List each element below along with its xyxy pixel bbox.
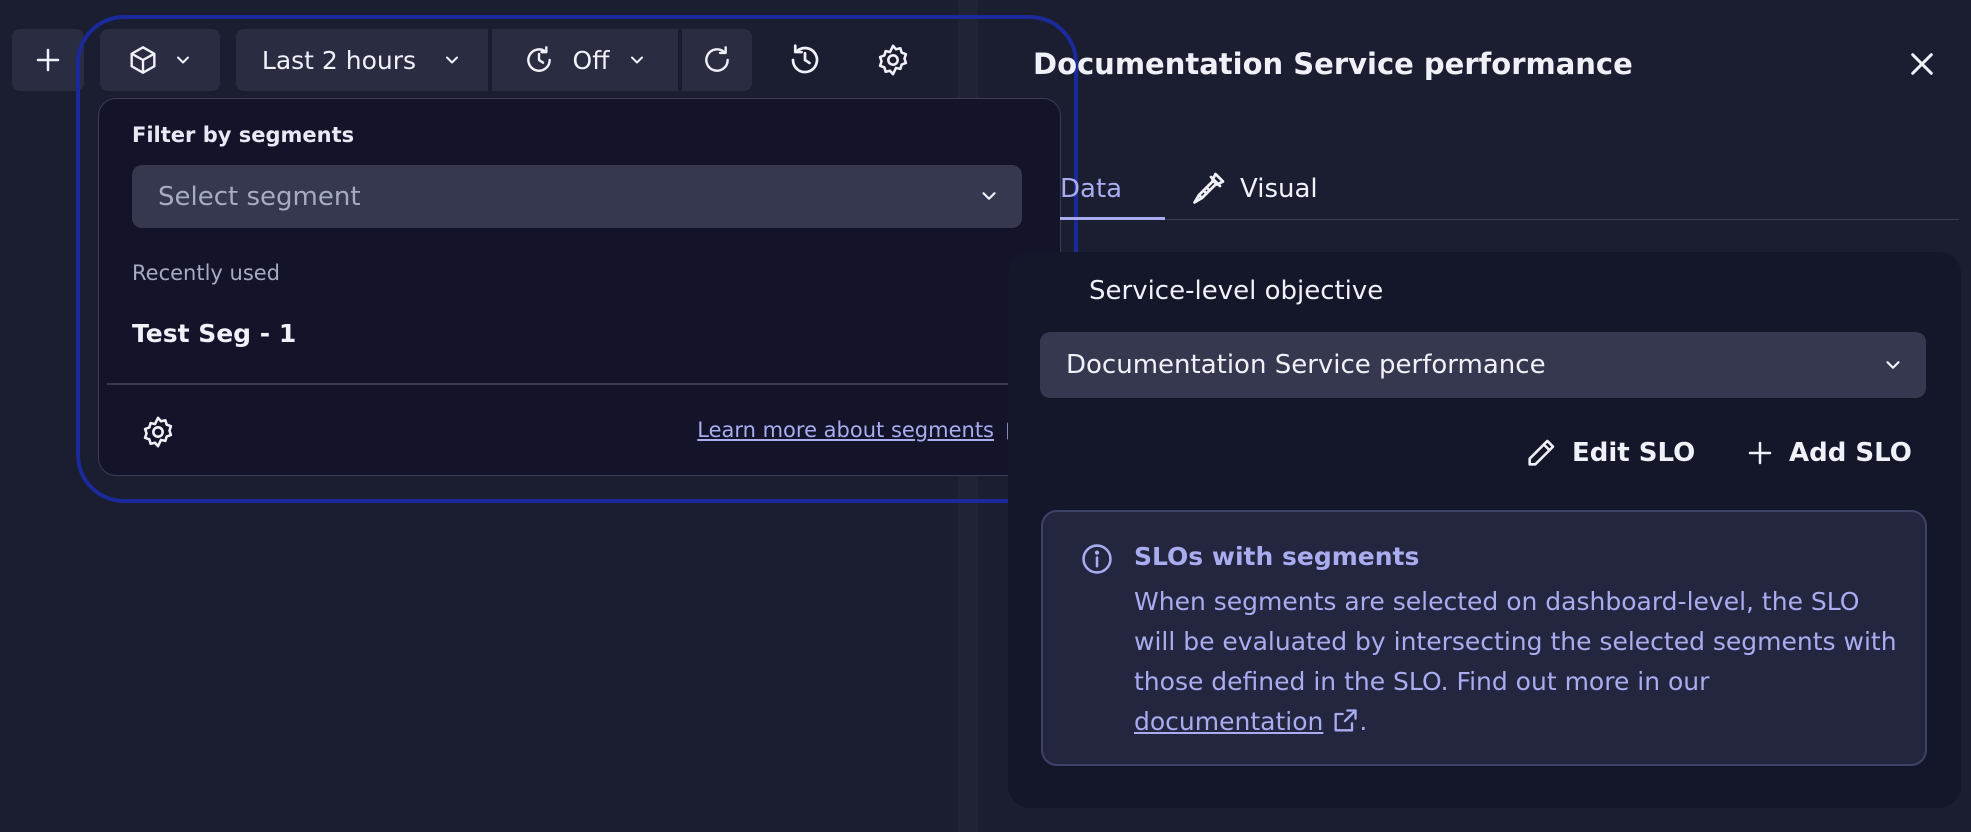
learn-more-link[interactable]: Learn more about segments (697, 417, 1030, 443)
info-icon (1082, 544, 1112, 574)
close-button[interactable] (1906, 48, 1938, 80)
cube-icon (130, 46, 156, 74)
refresh-button[interactable] (682, 29, 752, 91)
segment-select-placeholder: Select segment (158, 181, 361, 212)
refresh-interval-button[interactable]: Off (492, 29, 678, 91)
timeframe-button[interactable]: Last 2 hours (236, 29, 488, 91)
external-link-icon[interactable] (1331, 707, 1359, 735)
chevron-down-icon (1886, 361, 1900, 369)
plus-icon (36, 48, 60, 72)
chevron-down-icon (631, 56, 644, 64)
segment-select[interactable]: Select segment (132, 165, 1022, 228)
close-icon (1911, 53, 1933, 75)
brush-icon (1193, 172, 1225, 204)
add-tile-button[interactable] (12, 29, 84, 91)
history-button[interactable] (772, 29, 838, 91)
learn-more-label: Learn more about segments (697, 418, 994, 442)
tab-visual-label: Visual (1240, 174, 1318, 204)
timeframe-label: Last 2 hours (261, 45, 417, 75)
segments-button[interactable] (100, 29, 220, 91)
segment-settings-button[interactable] (141, 415, 175, 449)
slo-select-value: Documentation Service performance (1066, 350, 1546, 380)
tab-bar-line (1060, 219, 1959, 220)
recent-segment-item[interactable]: Test Seg - 1 (132, 319, 296, 348)
chevron-down-icon (177, 56, 189, 64)
tab-visual[interactable]: Visual (1190, 158, 1318, 220)
panel-title: Documentation Service performance (1033, 47, 1633, 81)
tab-data[interactable]: Data (1060, 158, 1122, 220)
tab-data-label: Data (1060, 174, 1123, 204)
pencil-icon (1528, 439, 1555, 466)
info-body-text: When segments are selected on dashboard-… (1134, 587, 1897, 696)
gear-icon (143, 416, 173, 448)
dashboard-settings-button[interactable] (860, 29, 926, 91)
active-tab-indicator (1060, 217, 1165, 220)
documentation-link[interactable]: documentation (1134, 707, 1323, 736)
refresh-interval-label: Off (572, 45, 610, 75)
add-slo-button[interactable]: Add SLO (1745, 428, 1912, 478)
info-body: When segments are selected on dashboard-… (1134, 582, 1904, 742)
info-trailing: . (1359, 707, 1368, 736)
clock-refresh-icon (526, 46, 551, 72)
chevron-down-icon (982, 192, 996, 200)
history-icon (791, 44, 819, 74)
slo-segments-info: SLOs with segments When segments are sel… (1041, 510, 1927, 766)
refresh-icon (705, 46, 729, 72)
plus-icon (1748, 441, 1772, 465)
edit-slo-label: Edit SLO (1572, 438, 1696, 468)
slo-select[interactable]: Documentation Service performance (1040, 332, 1926, 398)
segments-popover: Filter by segments Select segment Recent… (98, 98, 1061, 476)
chevron-down-icon (446, 56, 459, 64)
slo-section-heading: Service-level objective (1089, 276, 1384, 306)
info-title: SLOs with segments (1134, 542, 1420, 571)
add-slo-label: Add SLO (1789, 438, 1912, 468)
edit-slo-button[interactable]: Edit SLO (1524, 428, 1695, 478)
popover-heading: Filter by segments (132, 123, 355, 147)
recently-used-label: Recently used (132, 261, 281, 285)
popover-divider (107, 383, 1052, 385)
gear-icon (878, 44, 908, 76)
